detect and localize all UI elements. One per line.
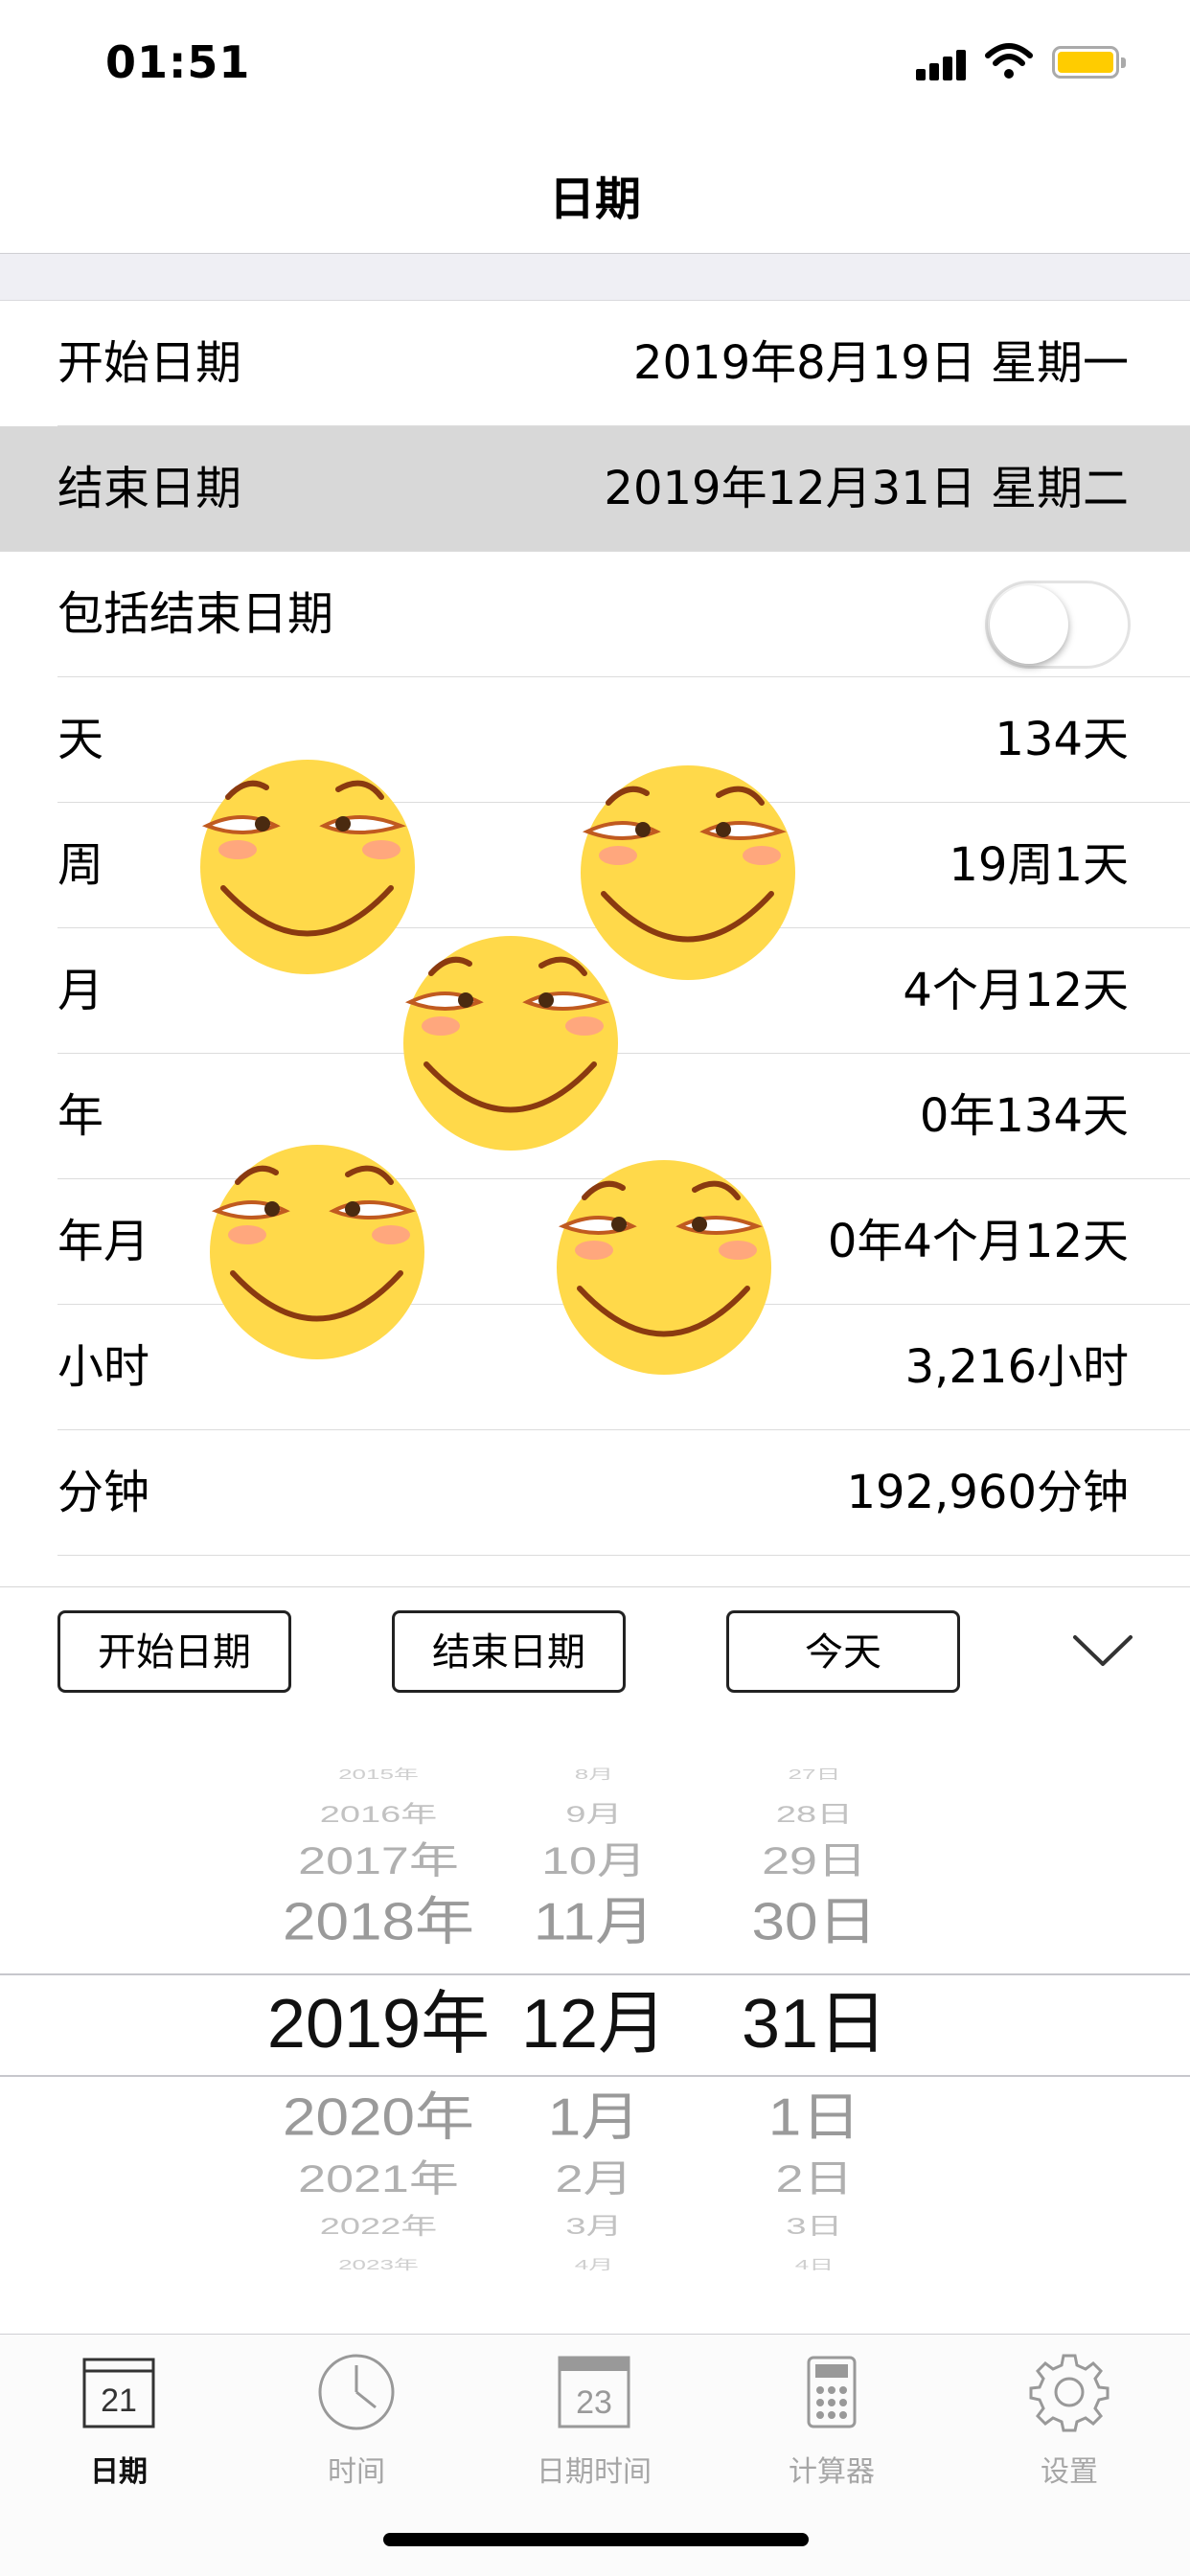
picker-year-item[interactable]: 2016年 <box>249 1801 508 1829</box>
date-picker-wheel[interactable]: 2015年 2016年 2017年 2018年 2019年 2020年 2021年 2022年… <box>0 1763 1190 2280</box>
navigation-bar: 日期 <box>0 126 1190 254</box>
battery-icon <box>1052 46 1126 79</box>
row-label: 小时 <box>57 1340 150 1394</box>
tab-time[interactable]: 时间 <box>261 2352 452 2505</box>
chevron-down-icon[interactable] <box>1071 1631 1134 1670</box>
smirk-emoji-icon <box>557 1160 771 1375</box>
picker-year-item[interactable]: 2018年 <box>249 1891 508 1953</box>
start-date-row[interactable]: 开始日期 2019年8月19日 星期一 <box>57 301 1190 426</box>
row-label: 开始日期 <box>57 336 242 390</box>
picker-month-item[interactable]: 9月 <box>508 1801 680 1829</box>
row-label: 包括结束日期 <box>57 587 334 641</box>
minutes-row: 分钟 192,960分钟 <box>57 1430 1190 1556</box>
wifi-icon <box>985 43 1033 79</box>
home-indicator[interactable] <box>383 2533 809 2546</box>
picker-year-item[interactable]: 2021年 <box>249 2156 508 2201</box>
toggle-knob <box>990 585 1068 664</box>
picker-year-item[interactable]: 2020年 <box>249 2086 508 2149</box>
smirk-emoji-icon <box>200 760 415 974</box>
status-bar: 01:51 <box>0 0 1190 126</box>
picker-day-item-selected[interactable]: 31日 <box>690 1983 939 2065</box>
tab-label: 日期 <box>90 2455 148 2489</box>
tab-settings[interactable]: 设置 <box>973 2352 1165 2505</box>
weeks-value: 19周1天 <box>949 838 1129 892</box>
picker-month-item-selected[interactable]: 12月 <box>508 1983 680 2065</box>
calculator-icon <box>807 2356 857 2428</box>
end-date-value: 2019年12月31日 星期二 <box>604 462 1129 515</box>
picker-day-item[interactable]: 29日 <box>690 1838 939 1883</box>
today-button[interactable]: 今天 <box>726 1610 960 1693</box>
tab-label: 日期时间 <box>537 2455 652 2489</box>
picker-month-item[interactable]: 8月 <box>508 1767 680 1783</box>
years-value: 0年134天 <box>919 1089 1129 1143</box>
row-label: 周 <box>57 838 104 892</box>
row-label: 分钟 <box>57 1466 150 1519</box>
tab-label: 计算器 <box>789 2455 875 2489</box>
years-months-value: 0年4个月12天 <box>827 1215 1129 1268</box>
minutes-value: 192,960分钟 <box>846 1466 1130 1519</box>
picker-day-item[interactable]: 27日 <box>690 1767 939 1783</box>
calendar-icon: 21 <box>82 2358 155 2428</box>
picker-year-item[interactable]: 2023年 <box>249 2257 508 2273</box>
status-time: 01:51 <box>105 36 251 88</box>
picker-month-item[interactable]: 1月 <box>508 2086 680 2149</box>
calendar-time-icon-day: 23 <box>576 2384 612 2421</box>
end-date-button[interactable]: 结束日期 <box>392 1610 626 1693</box>
picker-year-item[interactable]: 2022年 <box>249 2213 508 2241</box>
row-label: 结束日期 <box>57 462 242 515</box>
row-label: 天 <box>57 713 104 766</box>
tab-label: 时间 <box>328 2455 385 2489</box>
picker-day-item[interactable]: 3日 <box>690 2213 939 2241</box>
row-label: 年 <box>57 1089 104 1143</box>
end-date-row[interactable]: 结束日期 2019年12月31日 星期二 <box>0 426 1190 552</box>
hours-value: 3,216小时 <box>904 1340 1129 1394</box>
cellular-signal-icon <box>916 48 970 80</box>
row-label: 年月 <box>57 1215 150 1268</box>
picker-month-item[interactable]: 2月 <box>508 2156 680 2201</box>
picker-year-item[interactable]: 2017年 <box>249 1838 508 1883</box>
picker-month-item[interactable]: 4月 <box>508 2257 680 2273</box>
picker-month-item[interactable]: 10月 <box>508 1838 680 1883</box>
section-separator <box>0 254 1190 301</box>
picker-day-item[interactable]: 2日 <box>690 2156 939 2201</box>
picker-day-item[interactable]: 4日 <box>690 2257 939 2273</box>
tab-calculator[interactable]: 计算器 <box>736 2352 927 2505</box>
clock-icon <box>318 2354 395 2430</box>
tab-date[interactable]: 21 日期 <box>23 2352 215 2505</box>
picker-selection-bottom-line <box>0 2075 1190 2077</box>
calendar-time-icon: 23 <box>558 2356 630 2428</box>
picker-day-item[interactable]: 1日 <box>690 2086 939 2149</box>
calendar-icon-day: 21 <box>101 2382 137 2419</box>
picker-toolbar: 开始日期 结束日期 今天 <box>0 1586 1190 1714</box>
months-value: 4个月12天 <box>903 964 1129 1017</box>
tab-label: 设置 <box>1041 2455 1098 2489</box>
start-date-value: 2019年8月19日 星期一 <box>632 336 1129 390</box>
smirk-emoji-icon <box>210 1145 424 1359</box>
tab-date-time[interactable]: 23 日期时间 <box>498 2352 690 2505</box>
include-end-date-toggle[interactable] <box>985 581 1131 669</box>
picker-year-item-selected[interactable]: 2019年 <box>249 1983 508 2065</box>
picker-day-item[interactable]: 28日 <box>690 1801 939 1829</box>
picker-month-item[interactable]: 11月 <box>508 1891 680 1953</box>
include-end-date-row: 包括结束日期 <box>57 552 1190 677</box>
page-title: 日期 <box>548 172 641 226</box>
picker-month-item[interactable]: 3月 <box>508 2213 680 2241</box>
row-label: 月 <box>57 964 104 1017</box>
days-value: 134天 <box>995 713 1129 766</box>
picker-year-item[interactable]: 2015年 <box>249 1767 508 1783</box>
smirk-emoji-icon <box>403 936 618 1151</box>
gear-icon <box>1029 2354 1110 2432</box>
start-date-button[interactable]: 开始日期 <box>57 1610 291 1693</box>
picker-day-item[interactable]: 30日 <box>690 1891 939 1953</box>
picker-selection-top-line <box>0 1973 1190 1975</box>
